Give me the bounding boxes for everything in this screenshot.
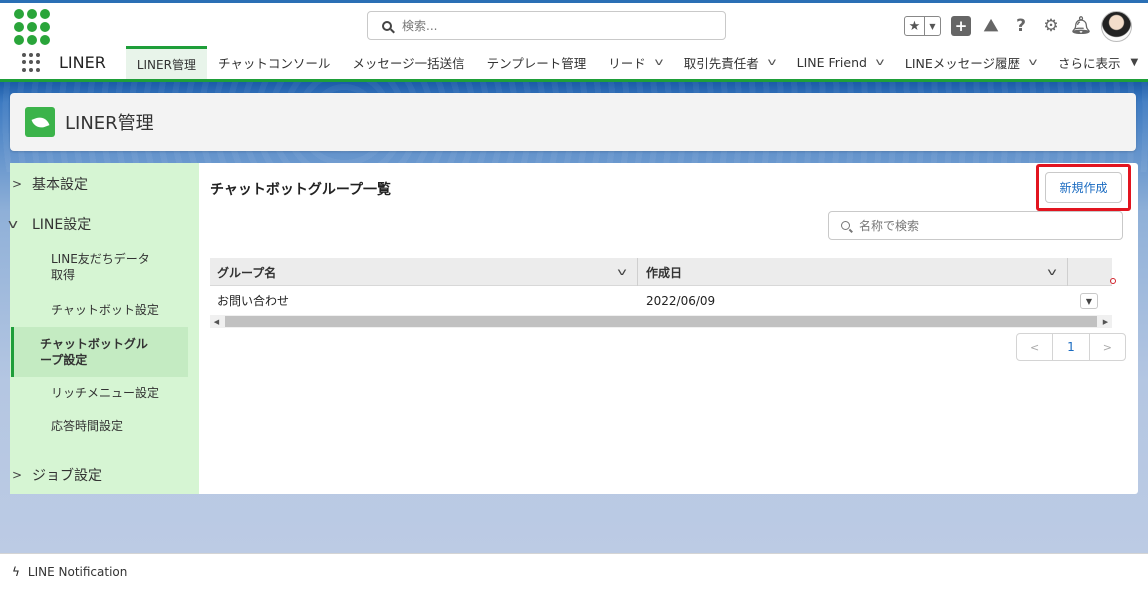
app-launcher-icon[interactable] xyxy=(22,52,40,73)
cell-group-name[interactable]: お問い合わせ xyxy=(210,287,289,314)
chevron-down-icon[interactable]: v xyxy=(1047,267,1056,278)
search-icon xyxy=(382,20,392,31)
cell-created-date: 2022/06/09 xyxy=(646,293,716,308)
scroll-left-arrow-icon[interactable]: ◀ xyxy=(210,315,223,328)
horizontal-scrollbar[interactable]: ◀ ▶ xyxy=(210,315,1112,328)
tab-label: メッセージ一括送信 xyxy=(352,56,465,71)
chevron-down-icon[interactable]: v xyxy=(617,267,626,278)
avatar[interactable] xyxy=(1101,10,1132,42)
sidebar-item-label: チャットボットグループ設定 xyxy=(40,337,148,367)
app-navigation: LINER LINER管理 チャットコンソール メッセージ一括送信 テンプレート… xyxy=(0,46,1148,82)
chevron-down-icon[interactable]: v xyxy=(875,57,884,68)
bell-icon[interactable]: 🔔︎ xyxy=(1070,16,1092,36)
global-search-placeholder: 検索... xyxy=(402,19,438,33)
gear-icon[interactable]: ⚙ xyxy=(1041,16,1061,36)
help-icon[interactable]: ? xyxy=(1011,16,1031,36)
table-header: グループ名 v 作成日 v xyxy=(210,258,1112,286)
tab-chat-console[interactable]: チャットコンソール xyxy=(207,46,341,79)
tab-line-message-history[interactable]: LINEメッセージ履歴 v xyxy=(894,46,1047,79)
sidebar-section-basic-settings[interactable]: > 基本設定 xyxy=(0,172,189,196)
sidebar-section-label: ジョブ設定 xyxy=(32,468,102,484)
tab-label: LINEメッセージ履歴 xyxy=(904,56,1021,71)
leaf-icon xyxy=(25,107,55,137)
sidebar-item-label: LINE友だちデータ取得 xyxy=(51,252,150,282)
utility-bar: ϟ LINE Notification xyxy=(0,553,1148,589)
row-action-menu-button[interactable]: ▼ xyxy=(1080,293,1098,309)
red-circle-marker xyxy=(1110,278,1116,284)
tab-more[interactable]: さらに表示 ▼ xyxy=(1047,46,1148,79)
name-search-input[interactable]: 名称で検索 xyxy=(828,211,1123,240)
sidebar-item-chatbot-group[interactable]: チャットボットグループ設定 xyxy=(11,327,188,377)
global-header: 検索... ★ ▼ + ⛰ ? ⚙ 🔔︎ xyxy=(0,0,1148,46)
sidebar-item-label: 応答時間設定 xyxy=(51,419,124,433)
list-title: チャットボットグループ一覧 xyxy=(210,182,392,198)
tab-contacts[interactable]: 取引先責任者 v xyxy=(673,46,786,79)
column-header-actions xyxy=(1068,258,1112,286)
chevron-down-icon[interactable]: v xyxy=(1029,57,1038,68)
tab-liner-admin[interactable]: LINER管理 xyxy=(125,46,207,79)
trailhead-icon[interactable]: ⛰ xyxy=(981,16,1001,36)
tab-line-friend[interactable]: LINE Friend v xyxy=(786,46,894,79)
tab-label: LINER管理 xyxy=(136,57,196,72)
sidebar-item-label: リッチメニュー設定 xyxy=(51,386,160,400)
column-header-group-name[interactable]: グループ名 v xyxy=(210,258,638,286)
sidebar-section-line-settings[interactable]: v LINE設定 xyxy=(0,212,189,236)
sidebar-section-label: 基本設定 xyxy=(32,177,88,193)
caret-down-icon: ▼ xyxy=(1130,57,1139,68)
tab-template[interactable]: テンプレート管理 xyxy=(476,46,598,79)
more-label: さらに表示 xyxy=(1057,56,1121,71)
sidebar-item-friend-data[interactable]: LINE友だちデータ取得 xyxy=(11,251,188,286)
favorites-button[interactable]: ★ ▼ xyxy=(904,16,941,36)
app-logo-icon[interactable] xyxy=(14,9,50,45)
line-notification-item[interactable]: LINE Notification xyxy=(28,565,127,579)
sidebar-item-chatbot-settings[interactable]: チャットボット設定 xyxy=(11,302,188,318)
chevron-right-icon: > xyxy=(12,468,23,482)
tab-label: テンプレート管理 xyxy=(486,56,587,71)
global-search-input[interactable]: 検索... xyxy=(367,11,726,40)
column-label: 作成日 xyxy=(646,265,683,280)
table-row[interactable]: お問い合わせ 2022/06/09 xyxy=(210,287,1112,314)
chevron-down-icon: v xyxy=(8,217,18,231)
star-icon: ★ xyxy=(905,17,925,35)
pagination: < 1 > xyxy=(1016,333,1126,361)
scrollbar-thumb[interactable] xyxy=(225,316,1097,327)
page-title: LINER管理 xyxy=(65,113,154,134)
search-icon xyxy=(841,221,850,230)
sidebar-section-job-settings[interactable]: > ジョブ設定 xyxy=(0,463,189,487)
column-label: グループ名 xyxy=(217,265,277,280)
new-button[interactable]: 新規作成 xyxy=(1045,172,1122,203)
header-actions: ★ ▼ + ⛰ ? ⚙ 🔔︎ xyxy=(904,10,1132,42)
tab-label: チャットコンソール xyxy=(217,56,331,71)
sidebar-item-rich-menu[interactable]: リッチメニュー設定 xyxy=(11,385,188,401)
sidebar-item-response-time[interactable]: 応答時間設定 xyxy=(11,418,188,434)
next-page-button[interactable]: > xyxy=(1090,334,1125,360)
sidebar-section-label: LINE設定 xyxy=(32,217,92,233)
tab-label: リード xyxy=(608,56,646,71)
tab-label: LINE Friend xyxy=(796,55,867,70)
global-add-icon[interactable]: + xyxy=(951,16,971,36)
lightning-icon: ϟ xyxy=(12,564,20,579)
name-search-placeholder: 名称で検索 xyxy=(859,219,920,233)
page-header: LINER管理 xyxy=(10,93,1136,151)
tab-label: 取引先責任者 xyxy=(683,56,759,71)
prev-page-button[interactable]: < xyxy=(1017,334,1052,360)
scroll-right-arrow-icon[interactable]: ▶ xyxy=(1099,315,1112,328)
page-1-button[interactable]: 1 xyxy=(1052,334,1090,360)
column-header-created-date[interactable]: 作成日 v xyxy=(639,258,1068,286)
chevron-down-icon[interactable]: v xyxy=(654,57,663,68)
app-name: LINER xyxy=(59,53,106,72)
tab-leads[interactable]: リード v xyxy=(597,46,672,79)
tab-bulk-message[interactable]: メッセージ一括送信 xyxy=(341,46,475,79)
sidebar-item-label: チャットボット設定 xyxy=(51,303,159,317)
chevron-down-icon[interactable]: v xyxy=(767,57,776,68)
chevron-right-icon: > xyxy=(12,177,23,191)
chevron-down-icon: ▼ xyxy=(929,21,936,31)
